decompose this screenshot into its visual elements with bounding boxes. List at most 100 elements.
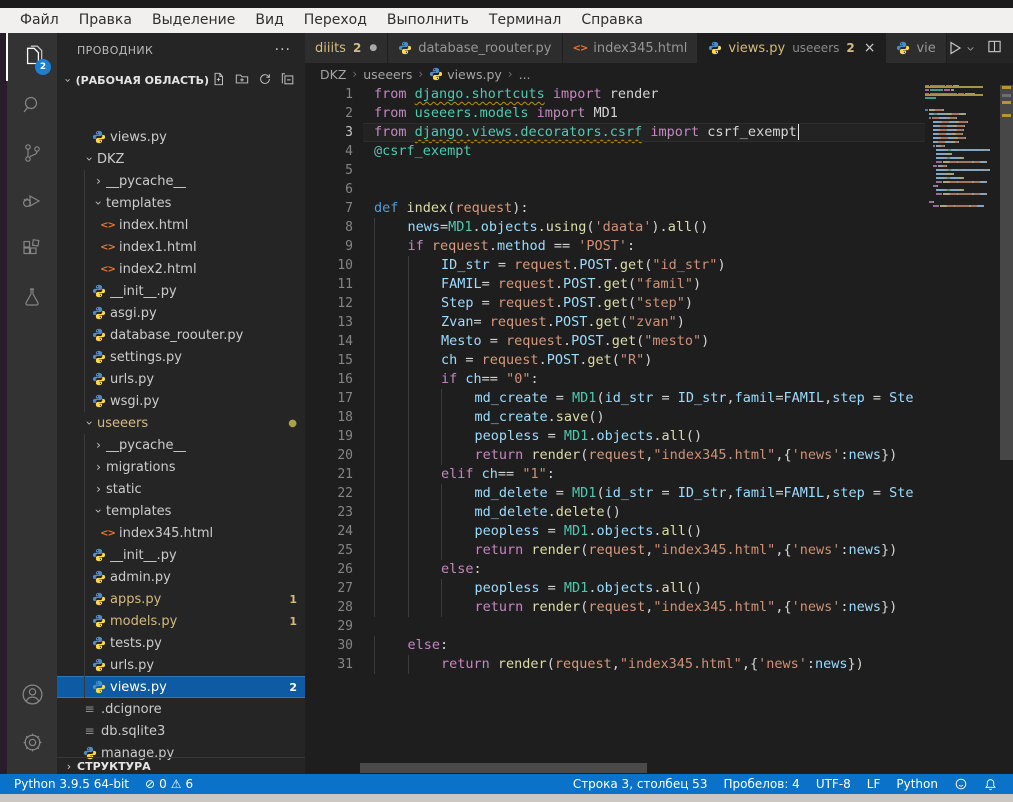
- tree-item-wsgi.py[interactable]: wsgi.py: [57, 390, 305, 412]
- code-line-13[interactable]: 13Zvan= request.POST.get("zvan"): [305, 313, 925, 332]
- tree-item-apps.py[interactable]: apps.py1: [57, 588, 305, 610]
- vertical-scrollbar[interactable]: [1000, 85, 1013, 763]
- tree-item-.dcignore[interactable]: ≡.dcignore: [57, 698, 305, 720]
- code-line-29[interactable]: 29: [305, 617, 925, 636]
- refresh-icon[interactable]: [258, 71, 272, 90]
- eol-status[interactable]: LF: [859, 777, 889, 791]
- tree-item-index2.html[interactable]: <>index2.html: [57, 258, 305, 280]
- menu-item-Файл[interactable]: Файл: [10, 8, 69, 33]
- code-line-9[interactable]: 9if request.method == 'POST':: [305, 237, 925, 256]
- tree-item-static[interactable]: ›static: [57, 478, 305, 500]
- breadcrumb-item-...[interactable]: ...: [519, 67, 531, 82]
- tree-item-models.py[interactable]: models.py1: [57, 610, 305, 632]
- new-folder-icon[interactable]: [235, 71, 249, 90]
- code-line-17[interactable]: 17md_create = MD1(id_str = ID_str,famil=…: [305, 389, 925, 408]
- tree-item-tests.py[interactable]: tests.py: [57, 632, 305, 654]
- tree-item-database_roouter.py[interactable]: database_roouter.py: [57, 324, 305, 346]
- tree-item-__pycache__[interactable]: ›__pycache__: [57, 170, 305, 192]
- code-line-24[interactable]: 24peopless = MD1.objects.all(): [305, 522, 925, 541]
- tree-item-urls.py[interactable]: urls.py: [57, 654, 305, 676]
- menu-item-Справка[interactable]: Справка: [571, 8, 653, 33]
- tree-item-__init__.py[interactable]: __init__.py: [57, 544, 305, 566]
- problems-status[interactable]: ⊘ 0 ⚠ 6: [137, 777, 201, 791]
- code-line-19[interactable]: 19peopless = MD1.objects.all(): [305, 427, 925, 446]
- menu-item-Выполнить[interactable]: Выполнить: [377, 8, 479, 33]
- source-control-icon[interactable]: [7, 129, 57, 177]
- scrollbar-thumb[interactable]: [1000, 85, 1013, 460]
- tab-diiits[interactable]: diiits2●: [305, 33, 388, 63]
- cursor-position-status[interactable]: Строка 3, столбец 53: [565, 777, 716, 791]
- code-line-22[interactable]: 22md_delete = MD1(id_str = ID_str,famil=…: [305, 484, 925, 503]
- code-line-11[interactable]: 11FAMIL= request.POST.get("famil"): [305, 275, 925, 294]
- code-line-1[interactable]: 1from django.shortcuts import render: [305, 85, 925, 104]
- extensions-icon[interactable]: [7, 225, 57, 273]
- tab-database_roouter.py[interactable]: database_roouter.py: [388, 33, 562, 63]
- code-line-2[interactable]: 2from useeers.models import MD1: [305, 104, 925, 123]
- workspace-section-header[interactable]: › (РАБОЧАЯ ОБЛАСТЬ) ...: [57, 67, 305, 93]
- tree-item-index.html[interactable]: <>index.html: [57, 214, 305, 236]
- tab-vie[interactable]: vie: [886, 33, 946, 63]
- explorer-more-actions[interactable]: ···: [275, 42, 291, 58]
- testing-icon[interactable]: [7, 273, 57, 321]
- tree-item-admin.py[interactable]: admin.py: [57, 566, 305, 588]
- tree-item-DKZ[interactable]: ›DKZ: [57, 148, 305, 170]
- code-line-10[interactable]: 10ID_str = request.POST.get("id_str"): [305, 256, 925, 275]
- code-line-31[interactable]: 31return render(request,"index345.html",…: [305, 655, 925, 674]
- menu-item-Терминал[interactable]: Терминал: [479, 8, 571, 33]
- tree-item-__pycache__[interactable]: ›__pycache__: [57, 434, 305, 456]
- tree-item-settings.py[interactable]: settings.py: [57, 346, 305, 368]
- tree-item-templates[interactable]: ›templates: [57, 500, 305, 522]
- tree-item-index345.html[interactable]: <>index345.html: [57, 522, 305, 544]
- code-line-12[interactable]: 12Step = request.POST.get("step"): [305, 294, 925, 313]
- tab-views.py[interactable]: views.pyuseeers2×: [698, 33, 886, 63]
- tab-index345.html[interactable]: <>index345.html: [563, 33, 699, 63]
- code-line-8[interactable]: 8news=MD1.objects.using('daata').all(): [305, 218, 925, 237]
- account-icon[interactable]: [7, 670, 57, 718]
- new-file-icon[interactable]: [212, 71, 226, 90]
- tree-item-views.py[interactable]: views.py2: [57, 676, 305, 698]
- code-line-27[interactable]: 27peopless = MD1.objects.all(): [305, 579, 925, 598]
- code-line-23[interactable]: 23md_delete.delete(): [305, 503, 925, 522]
- tree-item-db.sqlite3[interactable]: ≡db.sqlite3: [57, 720, 305, 742]
- breadcrumb-item-DKZ[interactable]: DKZ: [320, 67, 346, 82]
- code-line-30[interactable]: 30else:: [305, 636, 925, 655]
- code-line-6[interactable]: 6: [305, 180, 925, 199]
- code-line-14[interactable]: 14Mesto = request.POST.get("mesto"): [305, 332, 925, 351]
- python-interpreter-status[interactable]: Python 3.9.5 64-bit: [6, 777, 137, 791]
- tree-item-index1.html[interactable]: <>index1.html: [57, 236, 305, 258]
- menu-item-Правка[interactable]: Правка: [69, 8, 142, 33]
- tree-item-views.py[interactable]: views.py: [57, 126, 305, 148]
- menu-item-Переход[interactable]: Переход: [294, 8, 377, 33]
- code-editor[interactable]: 1from django.shortcuts import render2fro…: [305, 85, 925, 763]
- search-icon[interactable]: [7, 81, 57, 129]
- explorer-icon[interactable]: 2: [6, 33, 58, 81]
- notifications-bell-icon[interactable]: [976, 778, 1005, 791]
- language-mode-status[interactable]: Python: [888, 777, 946, 791]
- encoding-status[interactable]: UTF-8: [808, 777, 859, 791]
- minimap[interactable]: [925, 85, 998, 763]
- tree-item-asgi.py[interactable]: asgi.py: [57, 302, 305, 324]
- code-line-15[interactable]: 15ch = request.POST.get("R"): [305, 351, 925, 370]
- feedback-icon[interactable]: [946, 777, 976, 791]
- tree-item-__init__.py[interactable]: __init__.py: [57, 280, 305, 302]
- code-line-28[interactable]: 28return render(request,"index345.html",…: [305, 598, 925, 617]
- split-editor-button[interactable]: [987, 39, 1002, 58]
- tree-item-migrations[interactable]: ›migrations: [57, 456, 305, 478]
- tree-item-templates[interactable]: ›templates: [57, 192, 305, 214]
- code-line-7[interactable]: 7def index(request):: [305, 199, 925, 218]
- code-line-3[interactable]: 3from django.views.decorators.csrf impor…: [305, 123, 925, 142]
- indentation-status[interactable]: Пробелов: 4: [715, 777, 807, 791]
- close-icon[interactable]: ×: [864, 40, 876, 56]
- code-line-26[interactable]: 26else:: [305, 560, 925, 579]
- menu-item-Вид[interactable]: Вид: [245, 8, 293, 33]
- run-python-file-button[interactable]: [947, 40, 975, 56]
- code-line-21[interactable]: 21elif ch== "1":: [305, 465, 925, 484]
- code-line-16[interactable]: 16if ch== "0":: [305, 370, 925, 389]
- code-line-25[interactable]: 25return render(request,"index345.html",…: [305, 541, 925, 560]
- horizontal-scrollbar[interactable]: [360, 763, 647, 773]
- breadcrumb-item-views.py[interactable]: views.py: [429, 67, 502, 82]
- settings-gear-icon[interactable]: [7, 718, 57, 766]
- code-line-5[interactable]: 5: [305, 161, 925, 180]
- code-line-20[interactable]: 20return render(request,"index345.html",…: [305, 446, 925, 465]
- run-debug-icon[interactable]: [7, 177, 57, 225]
